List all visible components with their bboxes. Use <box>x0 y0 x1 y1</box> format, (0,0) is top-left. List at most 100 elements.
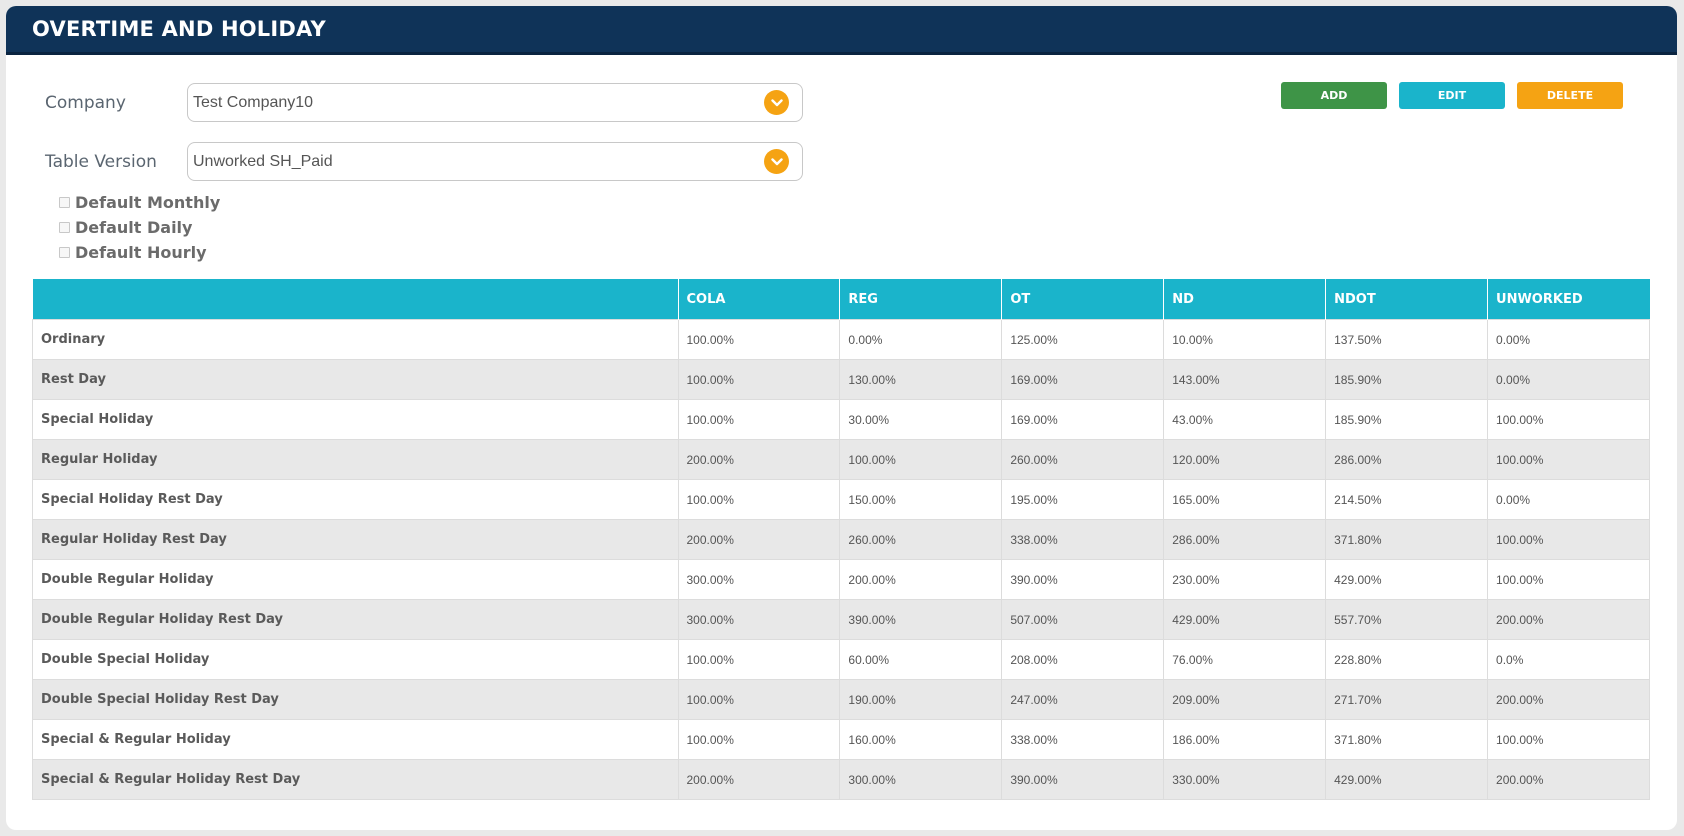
default-checkboxes: Default Monthly Default Daily Default Ho… <box>59 190 220 265</box>
column-header-cola: COLA <box>677 279 840 320</box>
rate-cell: 0.00% <box>1487 319 1650 360</box>
rate-cell: 300.00% <box>677 559 841 600</box>
rate-cell: 76.00% <box>1163 639 1327 680</box>
rate-cell: 271.70% <box>1325 679 1489 720</box>
table-version-row: Table Version Unworked SH_Paid <box>45 142 803 181</box>
rate-cell: 0.00% <box>839 319 1003 360</box>
edit-button[interactable]: EDIT <box>1399 82 1505 109</box>
rate-cell: 100.00% <box>839 439 1003 480</box>
company-row: Company Test Company10 <box>45 83 803 122</box>
rate-cell: 209.00% <box>1163 679 1327 720</box>
default-hourly-option[interactable]: Default Hourly <box>59 240 220 265</box>
rate-cell: 228.80% <box>1325 639 1489 680</box>
row-label-cell: Double Special Holiday Rest Day <box>32 679 679 720</box>
rate-cell: 260.00% <box>839 519 1003 560</box>
add-button[interactable]: ADD <box>1281 82 1387 109</box>
column-header-ot: OT <box>1001 279 1164 320</box>
table-row[interactable]: Double Regular Holiday 300.00% 200.00% 390.… <box>32 559 1650 600</box>
rate-cell: 286.00% <box>1163 519 1327 560</box>
row-label-cell: Regular Holiday Rest Day <box>32 519 679 560</box>
default-daily-option[interactable]: Default Daily <box>59 215 220 240</box>
default-monthly-option[interactable]: Default Monthly <box>59 190 220 215</box>
rate-cell: 390.00% <box>839 599 1003 640</box>
rate-cell: 100.00% <box>677 639 841 680</box>
table-version-label: Table Version <box>45 151 157 172</box>
default-daily-checkbox[interactable] <box>59 222 70 233</box>
table-body: Ordinary 100.00% 0.00% 125.00% 10.00% 137.50%… <box>32 319 1650 800</box>
rate-cell: 200.00% <box>677 759 841 800</box>
rate-cell: 150.00% <box>839 479 1003 520</box>
rate-cell: 200.00% <box>1487 759 1650 800</box>
row-label-cell: Double Regular Holiday Rest Day <box>32 599 679 640</box>
rate-cell: 60.00% <box>839 639 1003 680</box>
rate-cell: 371.80% <box>1325 719 1489 760</box>
table-row[interactable]: Regular Holiday Rest Day 200.00% 260.00% 33… <box>32 519 1650 560</box>
table-row[interactable]: Regular Holiday 200.00% 100.00% 260.00% 120.… <box>32 439 1650 480</box>
rate-cell: 125.00% <box>1001 319 1165 360</box>
rate-cell: 120.00% <box>1163 439 1327 480</box>
rate-cell: 371.80% <box>1325 519 1489 560</box>
row-label-cell: Ordinary <box>32 319 679 360</box>
table-row[interactable]: Ordinary 100.00% 0.00% 125.00% 10.00% 137.50%… <box>32 319 1650 360</box>
table-row[interactable]: Special Holiday Rest Day 100.00% 150.00% 19… <box>32 479 1650 520</box>
row-label-cell: Regular Holiday <box>32 439 679 480</box>
rate-cell: 143.00% <box>1163 359 1327 400</box>
rate-cell: 429.00% <box>1325 559 1489 600</box>
rate-cell: 0.0% <box>1487 639 1650 680</box>
row-label-cell: Double Special Holiday <box>32 639 679 680</box>
column-header-ndot: NDOT <box>1325 279 1488 320</box>
rate-cell: 429.00% <box>1163 599 1327 640</box>
rate-cell: 260.00% <box>1001 439 1165 480</box>
rate-cell: 10.00% <box>1163 319 1327 360</box>
rate-cell: 300.00% <box>839 759 1003 800</box>
row-label-cell: Special & Regular Holiday Rest Day <box>32 759 679 800</box>
rate-cell: 100.00% <box>1487 559 1650 600</box>
table-row[interactable]: Rest Day 100.00% 130.00% 169.00% 143.00% 185.… <box>32 359 1650 400</box>
chevron-down-icon[interactable] <box>764 149 789 174</box>
column-header-reg: REG <box>839 279 1002 320</box>
default-monthly-label: Default Monthly <box>75 193 221 212</box>
table-row[interactable]: Double Regular Holiday Rest Day 300.00% 39… <box>32 599 1650 640</box>
row-label-cell: Special & Regular Holiday <box>32 719 679 760</box>
rate-cell: 169.00% <box>1001 359 1165 400</box>
table-row[interactable]: Double Special Holiday 100.00% 60.00% 208.0… <box>32 639 1650 680</box>
table-row[interactable]: Special & Regular Holiday Rest Day 200.00… <box>32 759 1650 800</box>
row-label-cell: Special Holiday Rest Day <box>32 479 679 520</box>
rate-cell: 43.00% <box>1163 399 1327 440</box>
company-label: Company <box>45 92 126 113</box>
rate-cell: 160.00% <box>839 719 1003 760</box>
rate-cell: 185.90% <box>1325 359 1489 400</box>
table-row[interactable]: Double Special Holiday Rest Day 100.00% 19… <box>32 679 1650 720</box>
row-label-cell: Rest Day <box>32 359 679 400</box>
rate-cell: 300.00% <box>677 599 841 640</box>
default-daily-label: Default Daily <box>75 218 193 237</box>
rate-cell: 165.00% <box>1163 479 1327 520</box>
rate-cell: 0.00% <box>1487 479 1650 520</box>
rate-cell: 338.00% <box>1001 519 1165 560</box>
rate-cell: 100.00% <box>677 319 841 360</box>
table-header-row: COLA REG OT ND NDOT UNWORKED <box>32 279 1650 320</box>
rate-cell: 208.00% <box>1001 639 1165 680</box>
rate-cell: 330.00% <box>1163 759 1327 800</box>
rate-cell: 30.00% <box>839 399 1003 440</box>
table-row[interactable]: Special Holiday 100.00% 30.00% 169.00% 43.00… <box>32 399 1650 440</box>
rate-cell: 200.00% <box>839 559 1003 600</box>
default-hourly-checkbox[interactable] <box>59 247 70 258</box>
table-row[interactable]: Special & Regular Holiday 100.00% 160.00% 3… <box>32 719 1650 760</box>
rate-cell: 100.00% <box>677 399 841 440</box>
table-version-select-value: Unworked SH_Paid <box>193 152 333 170</box>
main-panel: OVERTIME AND HOLIDAY Company Test Compan… <box>6 6 1677 830</box>
row-label-cell: Special Holiday <box>32 399 679 440</box>
default-monthly-checkbox[interactable] <box>59 197 70 208</box>
rate-cell: 557.70% <box>1325 599 1489 640</box>
company-select[interactable]: Test Company10 <box>187 83 803 122</box>
rate-cell: 100.00% <box>1487 719 1650 760</box>
rate-cell: 200.00% <box>677 439 841 480</box>
rate-cell: 200.00% <box>1487 679 1650 720</box>
rate-cell: 100.00% <box>677 679 841 720</box>
chevron-down-icon[interactable] <box>764 90 789 115</box>
rate-cell: 507.00% <box>1001 599 1165 640</box>
rate-cell: 100.00% <box>1487 519 1650 560</box>
table-version-select[interactable]: Unworked SH_Paid <box>187 142 803 181</box>
delete-button[interactable]: DELETE <box>1517 82 1623 109</box>
